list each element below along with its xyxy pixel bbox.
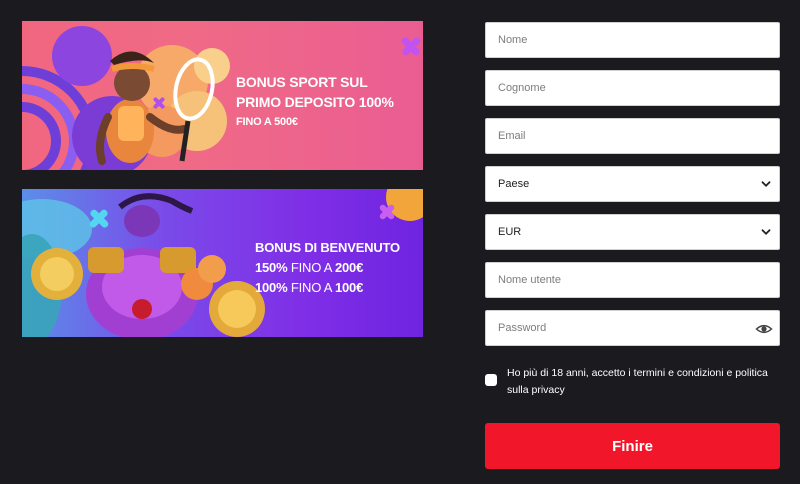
name-input[interactable] bbox=[486, 23, 779, 57]
consent-text: Ho più di 18 anni, accetto i termini e c… bbox=[507, 367, 768, 396]
sport-bonus-line1: BONUS SPORT SUL bbox=[236, 74, 368, 90]
welcome-row2-amount: 200€ bbox=[334, 260, 364, 275]
welcome-bonus-title: BONUS DI BENVENUTO bbox=[255, 240, 400, 255]
welcome-bonus-banner[interactable]: BONUS DI BENVENUTO 150% FINO A 200€ 100%… bbox=[22, 189, 423, 337]
currency-select[interactable]: EUR bbox=[485, 214, 780, 250]
surname-input[interactable] bbox=[486, 71, 779, 105]
username-field[interactable] bbox=[485, 262, 780, 298]
surname-field[interactable] bbox=[485, 70, 780, 106]
sport-bonus-line3: FINO A 500€ bbox=[236, 116, 298, 128]
welcome-row3-text: FINO A bbox=[287, 280, 335, 295]
consent-checkbox[interactable] bbox=[485, 374, 497, 386]
name-field[interactable] bbox=[485, 22, 780, 58]
password-input[interactable] bbox=[486, 311, 779, 345]
sport-bonus-line2: PRIMO DEPOSITO 100% bbox=[236, 94, 394, 110]
submit-button[interactable]: Finire bbox=[485, 423, 780, 469]
country-select[interactable]: Paese bbox=[485, 166, 780, 202]
username-input[interactable] bbox=[486, 263, 779, 297]
sport-bonus-text: BONUS SPORT SUL PRIMO DEPOSITO 100% FINO… bbox=[236, 72, 394, 130]
eye-icon[interactable] bbox=[755, 320, 773, 338]
welcome-row3-amount: 100€ bbox=[334, 280, 364, 295]
currency-select-value: EUR bbox=[498, 226, 522, 238]
password-field[interactable] bbox=[485, 310, 780, 346]
welcome-row2-text: FINO A bbox=[287, 260, 335, 275]
chevron-down-icon bbox=[761, 229, 771, 235]
welcome-bonus-row2: 150% FINO A 200€ bbox=[255, 258, 400, 278]
chevron-down-icon bbox=[761, 181, 771, 187]
sport-bonus-banner[interactable]: BONUS SPORT SUL PRIMO DEPOSITO 100% FINO… bbox=[22, 21, 423, 170]
country-select-value: Paese bbox=[498, 178, 530, 190]
welcome-row3-percent: 100% bbox=[255, 280, 288, 295]
email-field[interactable] bbox=[485, 118, 780, 154]
welcome-bonus-text: BONUS DI BENVENUTO 150% FINO A 200€ 100%… bbox=[255, 238, 400, 298]
welcome-bonus-row3: 100% FINO A 100€ bbox=[255, 278, 400, 298]
welcome-row2-percent: 150% bbox=[255, 260, 288, 275]
email-input[interactable] bbox=[486, 119, 779, 153]
